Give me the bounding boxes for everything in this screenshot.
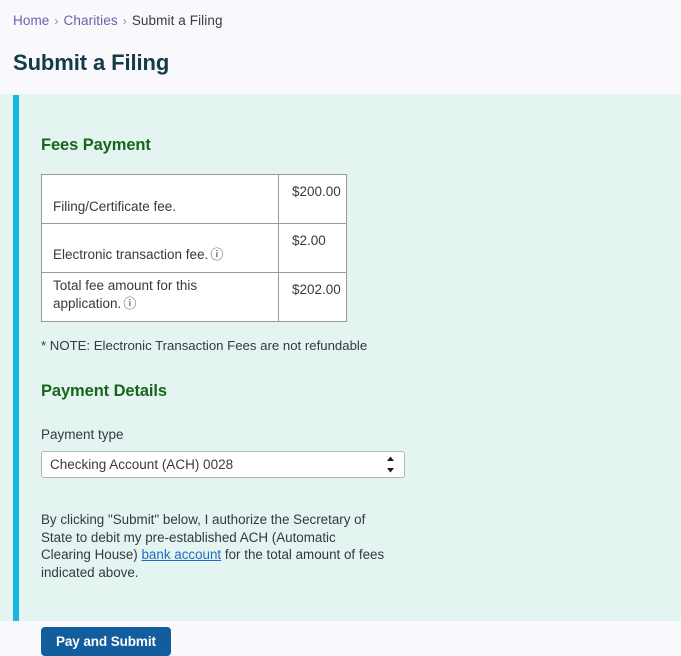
table-row: Total fee amount for this application. ⓘ …: [41, 272, 347, 322]
bank-account-link[interactable]: bank account: [141, 547, 221, 562]
fees-table: Filing/Certificate fee. $200.00 Electron…: [41, 174, 347, 322]
authorization-text: By clicking "Submit" below, I authorize …: [41, 511, 386, 581]
filing-card: Fees Payment Filing/Certificate fee. $20…: [0, 94, 681, 656]
fees-note: * NOTE: Electronic Transaction Fees are …: [41, 338, 368, 353]
breadcrumb-separator-icon: ›: [122, 14, 127, 28]
help-icon[interactable]: ⓘ: [123, 296, 136, 311]
card-content: Fees Payment Filing/Certificate fee. $20…: [41, 94, 641, 656]
breadcrumb-item-charities[interactable]: Charities: [64, 13, 118, 28]
fee-label-cell: Electronic transaction fee. ⓘ: [41, 223, 279, 273]
pay-and-submit-button[interactable]: Pay and Submit: [41, 627, 171, 656]
fee-label-cell: Filing/Certificate fee.: [41, 174, 279, 224]
table-row: Electronic transaction fee. ⓘ $2.00: [41, 223, 347, 273]
table-row: Filing/Certificate fee. $200.00: [41, 174, 347, 224]
payment-type-select[interactable]: Checking Account (ACH) 0028: [41, 451, 405, 478]
breadcrumb: Home › Charities › Submit a Filing: [13, 12, 681, 30]
fee-label-text: Electronic transaction fee.: [53, 247, 209, 262]
fee-label-cell: Total fee amount for this application. ⓘ: [41, 272, 279, 322]
help-icon[interactable]: ⓘ: [210, 247, 223, 262]
payment-type-select-wrapper[interactable]: Checking Account (ACH) 0028: [41, 451, 405, 478]
fees-payment-heading: Fees Payment: [41, 136, 151, 154]
page-header: Home › Charities › Submit a Filing Submit a …: [0, 0, 681, 94]
accent-bar: [13, 95, 19, 621]
page-title: Submit a Filing: [13, 50, 170, 75]
fee-amount-cell: $200.00: [278, 174, 347, 224]
breadcrumb-item-current: Submit a Filing: [131, 13, 223, 28]
breadcrumb-separator-icon: ›: [54, 14, 59, 28]
fee-amount-cell: $202.00: [278, 272, 347, 322]
payment-type-label: Payment type: [41, 427, 124, 442]
payment-details-heading: Payment Details: [41, 382, 167, 400]
fee-amount-cell: $2.00: [278, 223, 347, 273]
fee-label-text: Filing/Certificate fee.: [53, 199, 177, 214]
breadcrumb-item-home[interactable]: Home: [13, 13, 49, 28]
